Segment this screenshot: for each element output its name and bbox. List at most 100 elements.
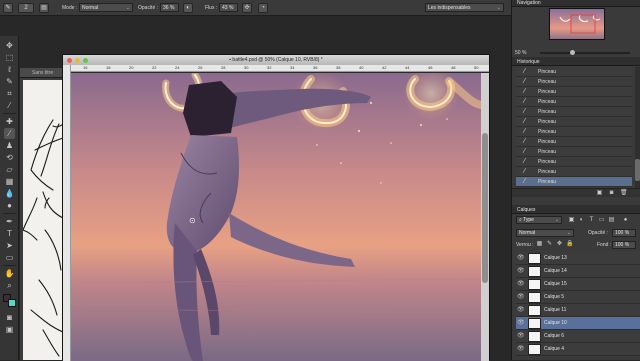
history-title: Historique bbox=[517, 59, 540, 65]
pen-icon[interactable]: ✒ bbox=[4, 216, 15, 227]
layer-row[interactable]: 👁 Calque 11 bbox=[516, 304, 640, 317]
brush-size-picker[interactable]: 2 bbox=[18, 3, 34, 13]
layers-panel-header[interactable]: Calques bbox=[512, 205, 640, 214]
quick-mask-icon[interactable]: ◙ bbox=[4, 312, 15, 323]
layer-row[interactable]: 👁 Calque 6 bbox=[516, 330, 640, 343]
path-select-icon[interactable]: ➤ bbox=[4, 240, 15, 251]
snapshot-camera-icon[interactable]: ◙ bbox=[608, 190, 615, 197]
zoom-icon[interactable]: ⌕ bbox=[4, 280, 15, 291]
eraser-icon[interactable]: ▱ bbox=[4, 164, 15, 175]
history-item[interactable]: ⁄ Pinceau bbox=[516, 97, 632, 107]
lock-pixels-icon[interactable]: ✎ bbox=[546, 241, 553, 248]
scrollbar-thumb[interactable] bbox=[482, 133, 488, 283]
lasso-icon[interactable]: ℓ bbox=[4, 64, 15, 75]
filter-toggle-icon[interactable]: ● bbox=[622, 217, 629, 224]
history-item[interactable]: ⁄ Pinceau bbox=[516, 117, 632, 127]
crop-icon[interactable]: ⌗ bbox=[4, 88, 15, 99]
shape-icon[interactable]: ▭ bbox=[4, 252, 15, 263]
mode-select[interactable]: Normal ⌄ bbox=[79, 3, 133, 12]
history-brush-icon[interactable]: ⟲ bbox=[4, 152, 15, 163]
eye-icon[interactable]: 👁 bbox=[517, 318, 525, 329]
layer-opacity-field[interactable]: 100 % bbox=[612, 229, 636, 237]
chevron-down-icon: ⌄ bbox=[125, 5, 130, 11]
brush-panel-toggle-icon[interactable]: ▤ bbox=[39, 3, 49, 13]
layer-filter-select[interactable]: ⌕ Type ⌄ bbox=[516, 216, 562, 224]
flow-field[interactable]: 43 % bbox=[219, 3, 238, 12]
history-item[interactable]: ⁄ Pinceau bbox=[516, 167, 632, 177]
eye-icon[interactable]: 👁 bbox=[517, 331, 525, 342]
quick-select-icon[interactable]: ✎ bbox=[4, 76, 15, 87]
layer-row[interactable]: 👁 Calque 13 bbox=[516, 252, 640, 265]
lock-position-icon[interactable]: ✥ bbox=[556, 241, 563, 248]
eye-icon[interactable]: 👁 bbox=[517, 344, 525, 355]
trash-icon[interactable]: 🗑 bbox=[620, 190, 628, 197]
eye-icon[interactable]: 👁 bbox=[517, 279, 525, 290]
dodge-icon[interactable]: ● bbox=[4, 200, 15, 211]
layer-row[interactable]: 👁 Calque 4 bbox=[516, 343, 640, 356]
history-item[interactable]: ⁄ Pinceau bbox=[516, 157, 632, 167]
lock-transparency-icon[interactable]: ▦ bbox=[536, 241, 543, 248]
filter-adjustment-icon[interactable]: ◐ bbox=[578, 217, 585, 224]
history-item-selected[interactable]: ⁄ Pinceau bbox=[516, 177, 632, 187]
eye-icon[interactable]: 👁 bbox=[517, 266, 525, 277]
history-item[interactable]: ⁄ Pinceau bbox=[516, 107, 632, 117]
zoom-slider-handle[interactable] bbox=[570, 50, 575, 55]
blend-mode-select[interactable]: Normal ⌄ bbox=[516, 229, 574, 237]
type-icon[interactable]: T bbox=[4, 228, 15, 239]
history-item[interactable]: ⁄ Pinceau bbox=[516, 67, 632, 77]
hand-icon[interactable]: ✋ bbox=[4, 268, 15, 279]
history-item[interactable]: ⁄ Pinceau bbox=[516, 137, 632, 147]
brush-icon[interactable]: ⁄ bbox=[4, 128, 15, 139]
vertical-ruler[interactable] bbox=[63, 65, 71, 361]
history-scrollbar[interactable] bbox=[635, 67, 640, 189]
eyedropper-icon[interactable]: ⁄ bbox=[4, 100, 15, 111]
brush-icon: ⁄ bbox=[524, 158, 526, 165]
navigator-zoom-slider[interactable] bbox=[540, 50, 630, 55]
filter-smart-object-icon[interactable]: ▤ bbox=[608, 217, 615, 224]
airbrush-icon[interactable]: ✣ bbox=[242, 3, 252, 13]
eye-icon[interactable]: 👁 bbox=[517, 292, 525, 303]
layer-row-selected[interactable]: 👁 Calque 10 bbox=[516, 317, 640, 330]
layer-row[interactable]: 👁 Calque 5 bbox=[516, 291, 640, 304]
background-color-swatch[interactable] bbox=[8, 299, 16, 307]
layer-row[interactable]: 👁 Calque 15 bbox=[516, 278, 640, 291]
history-item[interactable]: ⁄ Pinceau bbox=[516, 147, 632, 157]
marquee-icon[interactable]: ⬚ bbox=[4, 52, 15, 63]
workspace-select[interactable]: Les indispensables ⌄ bbox=[425, 3, 504, 12]
new-document-from-state-icon[interactable]: ▣ bbox=[596, 190, 603, 197]
close-window-icon[interactable] bbox=[67, 58, 72, 63]
lock-all-icon[interactable]: 🔒 bbox=[566, 241, 573, 248]
navigator-thumbnail[interactable] bbox=[549, 8, 605, 40]
history-item[interactable]: ⁄ Pinceau bbox=[516, 77, 632, 87]
blur-icon[interactable]: 💧 bbox=[4, 188, 15, 199]
layer-fill-field[interactable]: 100 % bbox=[612, 241, 636, 249]
opacity-pressure-icon[interactable]: ◐ bbox=[183, 3, 193, 13]
filter-type-icon[interactable]: T bbox=[588, 217, 595, 224]
navigator-zoom-value[interactable]: 50 % bbox=[515, 50, 526, 56]
history-panel-header[interactable]: Historique bbox=[512, 57, 640, 66]
navigator-panel-header[interactable]: Navigation bbox=[512, 0, 640, 7]
gradient-icon[interactable]: ▦ bbox=[4, 176, 15, 187]
brush-preset-icon[interactable]: ✎ bbox=[3, 3, 13, 13]
layer-row[interactable]: 👁 Calque 14 bbox=[516, 265, 640, 278]
stamp-icon[interactable]: ♟ bbox=[4, 140, 15, 151]
move-icon[interactable]: ✥ bbox=[4, 40, 15, 51]
vertical-scrollbar[interactable] bbox=[481, 73, 489, 361]
zoom-window-icon[interactable] bbox=[83, 58, 88, 63]
horizontal-ruler[interactable]: 16 18 20 22 24 26 28 30 32 34 36 38 40 4… bbox=[71, 65, 489, 72]
eye-icon[interactable]: 👁 bbox=[517, 253, 525, 264]
painting-canvas[interactable]: ⊙ bbox=[71, 73, 481, 361]
minimize-window-icon[interactable] bbox=[75, 58, 80, 63]
screen-mode-icon[interactable]: ▣ bbox=[4, 324, 15, 335]
filter-shape-icon[interactable]: ▭ bbox=[598, 217, 605, 224]
history-item[interactable]: ⁄ Pinceau bbox=[516, 127, 632, 137]
healing-icon[interactable]: ✚ bbox=[4, 116, 15, 127]
scrollbar-thumb[interactable] bbox=[635, 159, 640, 181]
size-pressure-icon[interactable]: ◔ bbox=[258, 3, 268, 13]
history-item[interactable]: ⁄ Pinceau bbox=[516, 87, 632, 97]
opacity-field[interactable]: 36 % bbox=[160, 3, 179, 12]
brush-icon: ⁄ bbox=[524, 128, 526, 135]
filter-pixel-icon[interactable]: ▣ bbox=[568, 217, 575, 224]
eye-icon[interactable]: 👁 bbox=[517, 305, 525, 316]
layer-opacity-value: 100 % bbox=[615, 230, 630, 236]
